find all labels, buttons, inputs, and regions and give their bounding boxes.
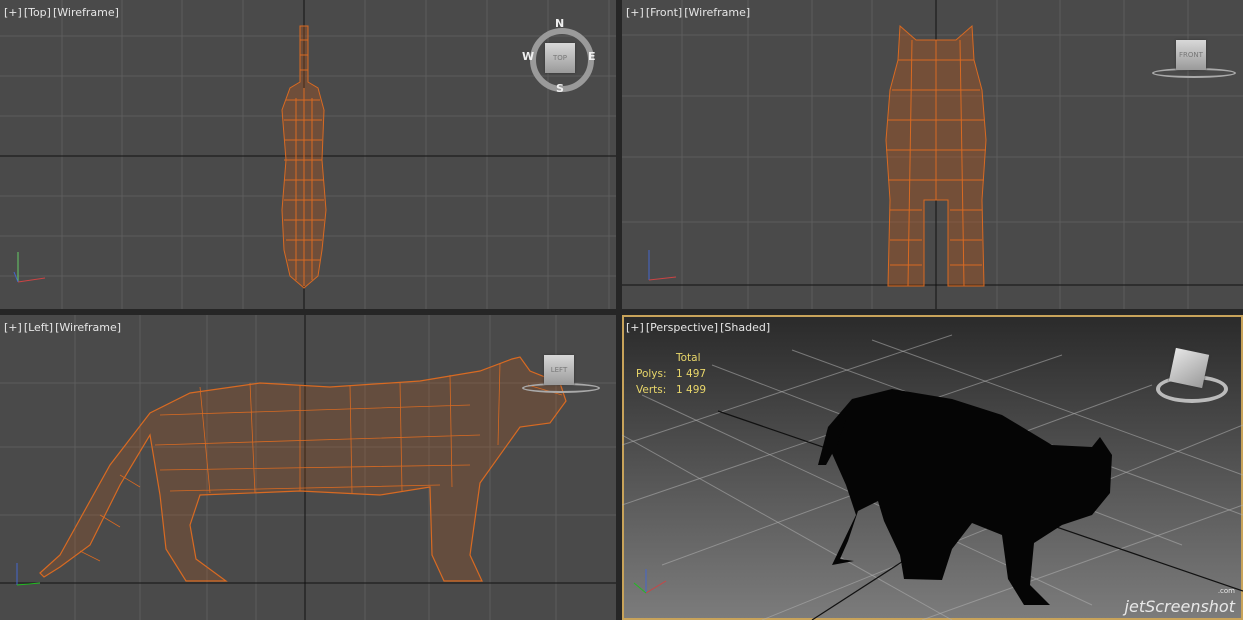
viewport-label[interactable]: [+] [Top] [Wireframe] [4, 6, 121, 19]
verts-value: 1 499 [676, 384, 707, 396]
viewport-perspective[interactable]: [+] [Perspective] [Shaded] Total Polys: 1 4… [622, 315, 1243, 620]
viewport-front[interactable]: [+] [Front] [Wireframe] FRONT [622, 0, 1243, 309]
compass-east: E [588, 50, 596, 63]
cat-top-wireframe [281, 25, 327, 289]
grid [0, 0, 616, 309]
compass-south: S [556, 82, 564, 95]
axis-gizmo [648, 250, 677, 281]
cat-side-wireframe [39, 356, 567, 582]
grid [622, 0, 1243, 309]
polys-value: 1 497 [676, 368, 707, 380]
viewcube[interactable]: LEFT [522, 355, 602, 399]
stats-overlay: Total Polys: 1 497 Verts: 1 499 [636, 350, 706, 398]
viewcube-top-face[interactable]: TOP [545, 43, 575, 73]
viewcube[interactable]: FRONT [1152, 38, 1236, 82]
axis-gizmo [16, 563, 41, 586]
viewport-label[interactable]: [+] [Left] [Wireframe] [4, 321, 123, 334]
watermark-suffix: .com [1217, 587, 1235, 595]
perspective-grid [622, 334, 1243, 620]
verts-label: Verts: [636, 384, 667, 396]
axis-gizmo [13, 252, 46, 283]
watermark-brand: jetScreenshot [1124, 597, 1235, 616]
watermark-logo: .com jetScreenshot [1124, 587, 1235, 616]
polys-label: Polys: [636, 368, 667, 380]
viewport-top[interactable]: [+] [Top] [Wireframe] TOP N S E W [0, 0, 616, 309]
viewcube-left-face[interactable]: LEFT [544, 355, 574, 385]
viewcube-front-face[interactable]: FRONT [1176, 40, 1206, 70]
viewport-label[interactable]: [+] [Perspective] [Shaded] [626, 321, 772, 334]
axis-gizmo [633, 569, 667, 594]
cat-shaded-silhouette [816, 389, 1112, 605]
stats-header: Total [676, 352, 701, 364]
compass-viewcube[interactable]: TOP N S E W [522, 17, 596, 95]
compass-west: W [522, 50, 535, 63]
viewport-left[interactable]: [+] [Left] [Wireframe] LEFT [0, 315, 616, 620]
viewport-label[interactable]: [+] [Front] [Wireframe] [626, 6, 752, 19]
viewcube[interactable] [1156, 347, 1228, 409]
compass-north: N [555, 17, 565, 30]
